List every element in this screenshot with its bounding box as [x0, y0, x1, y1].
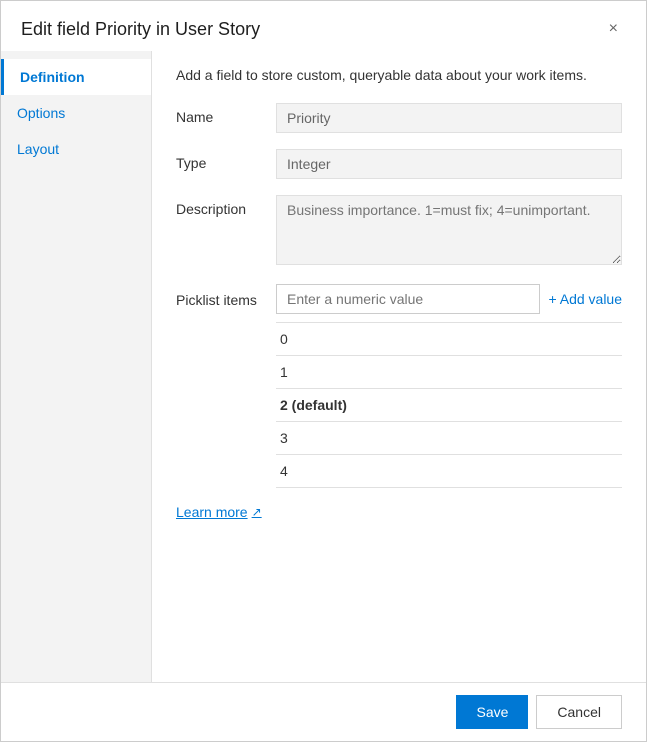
dialog-title: Edit field Priority in User Story [21, 19, 260, 40]
page-description: Add a field to store custom, queryable d… [176, 67, 622, 83]
save-button[interactable]: Save [456, 695, 528, 729]
picklist-item-3: 3 [276, 422, 622, 455]
type-input[interactable] [276, 149, 622, 179]
sidebar: Definition Options Layout [1, 51, 151, 682]
dialog-body: Definition Options Layout Add a field to… [1, 51, 646, 682]
type-label: Type [176, 149, 276, 171]
external-link-icon: ↗ [252, 505, 262, 519]
dialog-header: Edit field Priority in User Story × [1, 1, 646, 51]
description-textarea[interactable] [276, 195, 622, 265]
name-field-container [276, 103, 622, 133]
name-row: Name [176, 103, 622, 133]
picklist-input-row: + Add value [276, 284, 622, 314]
learn-more-link[interactable]: Learn more ↗ [176, 504, 262, 520]
picklist-item-0: 0 [276, 323, 622, 356]
description-label: Description [176, 195, 276, 217]
dialog-footer: Save Cancel [1, 682, 646, 741]
type-field-container [276, 149, 622, 179]
main-content: Add a field to store custom, queryable d… [151, 51, 646, 682]
description-field-container [276, 195, 622, 268]
picklist-label: Picklist items [176, 284, 276, 308]
picklist-input[interactable] [276, 284, 540, 314]
sidebar-item-definition[interactable]: Definition [1, 59, 151, 95]
sidebar-item-options[interactable]: Options [1, 95, 151, 131]
cancel-button[interactable]: Cancel [536, 695, 622, 729]
add-value-button[interactable]: + Add value [548, 291, 622, 307]
picklist-controls: + Add value 0 1 2 (default) 3 4 [276, 284, 622, 488]
picklist-item-2-default: 2 (default) [276, 389, 622, 422]
description-row: Description [176, 195, 622, 268]
name-input[interactable] [276, 103, 622, 133]
picklist-section: Picklist items + Add value 0 1 2 (defaul… [176, 284, 622, 488]
learn-more-label: Learn more [176, 504, 248, 520]
picklist-item-4: 4 [276, 455, 622, 488]
dialog: Edit field Priority in User Story × Defi… [0, 0, 647, 742]
picklist-item-1: 1 [276, 356, 622, 389]
learn-more-section: Learn more ↗ [176, 496, 622, 524]
type-row: Type [176, 149, 622, 179]
close-button[interactable]: × [601, 17, 626, 41]
name-label: Name [176, 103, 276, 125]
sidebar-item-layout[interactable]: Layout [1, 131, 151, 167]
picklist-items-list: 0 1 2 (default) 3 4 [276, 322, 622, 488]
